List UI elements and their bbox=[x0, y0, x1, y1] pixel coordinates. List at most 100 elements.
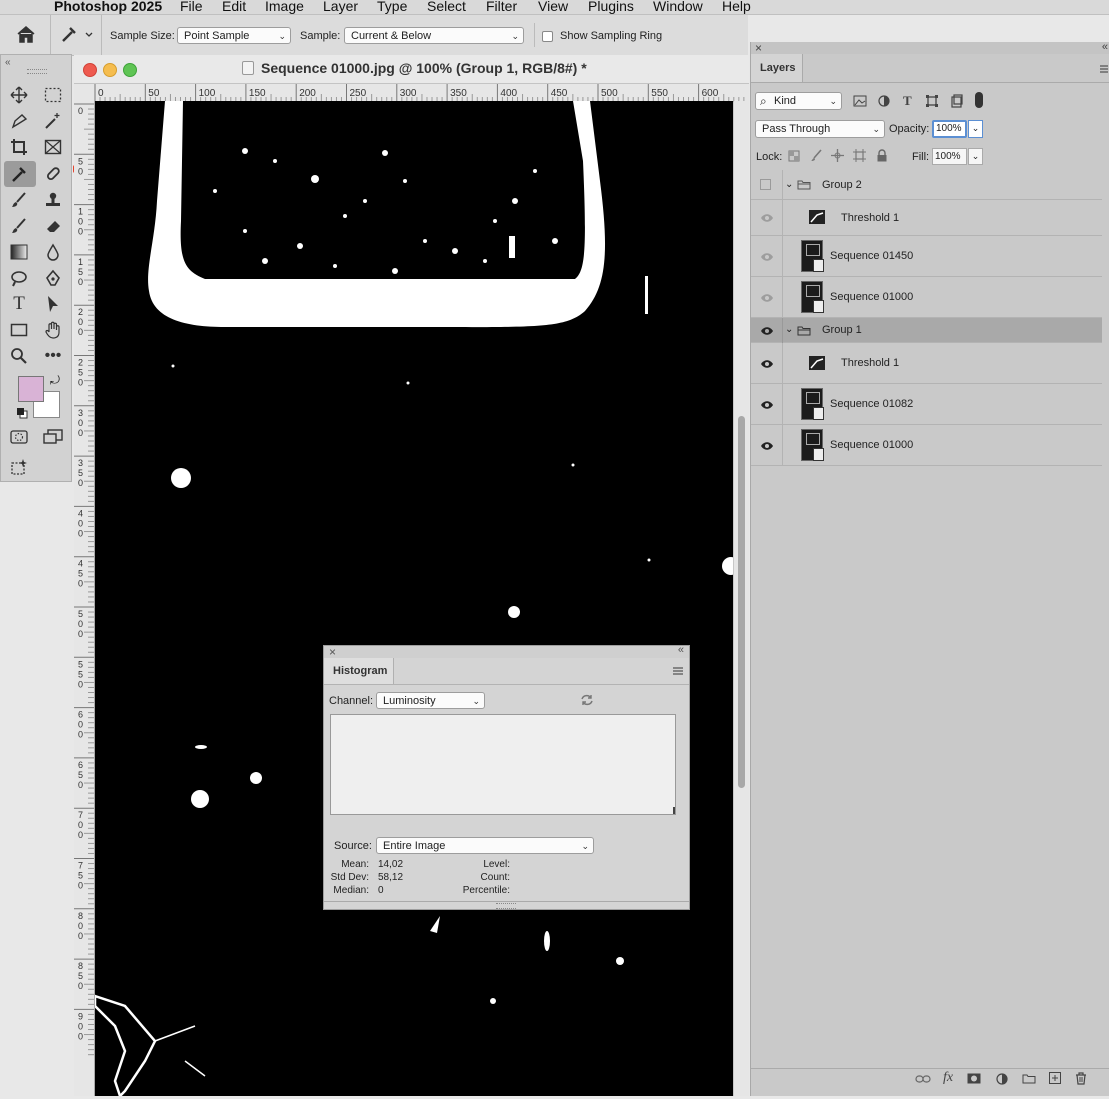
eye-icon[interactable] bbox=[760, 213, 774, 223]
show-sampling-ring-checkbox[interactable] bbox=[542, 31, 553, 42]
chevron-down-icon[interactable]: ⌄ bbox=[785, 324, 793, 335]
close-window-button[interactable] bbox=[83, 63, 97, 77]
panel-menu-icon[interactable] bbox=[672, 666, 684, 679]
filter-smart-object-icon[interactable] bbox=[951, 94, 963, 111]
crop-tool-icon[interactable] bbox=[8, 136, 30, 158]
panel-menu-icon[interactable] bbox=[1099, 64, 1109, 77]
generative-expand-icon[interactable] bbox=[8, 456, 30, 478]
add-mask-icon[interactable] bbox=[967, 1073, 981, 1087]
scrollbar-thumb[interactable] bbox=[738, 416, 745, 788]
layer-row[interactable]: ⌄ Group 2 bbox=[751, 170, 1102, 200]
eye-icon[interactable] bbox=[760, 441, 774, 451]
eye-icon[interactable] bbox=[760, 326, 774, 336]
tab-histogram[interactable]: Histogram bbox=[324, 658, 394, 684]
collapse-panel-icon[interactable]: « bbox=[1102, 41, 1108, 53]
filter-kind-select[interactable]: ⌕ Kind ⌄ bbox=[755, 92, 842, 110]
minimize-window-button[interactable] bbox=[103, 63, 117, 77]
rectangle-tool-icon[interactable] bbox=[8, 319, 30, 341]
more-tools-icon[interactable]: ••• bbox=[42, 345, 64, 367]
lock-transparent-icon[interactable] bbox=[788, 150, 800, 165]
layer-row[interactable]: Sequence 01000 bbox=[751, 425, 1102, 466]
foreground-color-swatch[interactable] bbox=[18, 376, 44, 402]
filter-shape-icon[interactable] bbox=[926, 95, 938, 110]
quick-mask-icon[interactable] bbox=[8, 426, 30, 448]
close-panel-icon[interactable]: × bbox=[755, 41, 762, 55]
lock-artboard-icon[interactable] bbox=[853, 149, 866, 165]
image-canvas[interactable] bbox=[95, 101, 733, 1096]
menu-view[interactable]: View bbox=[538, 0, 568, 14]
marquee-tool-icon[interactable] bbox=[42, 84, 64, 106]
hand-tool-icon[interactable] bbox=[42, 319, 64, 341]
channel-select[interactable]: Luminosity ⌄ bbox=[376, 692, 485, 709]
pen-tool-icon[interactable] bbox=[42, 267, 64, 289]
layer-row[interactable]: Sequence 01450 bbox=[751, 236, 1102, 277]
fx-icon[interactable]: fx bbox=[943, 1070, 953, 1086]
document-title-bar[interactable]: Sequence 01000.jpg @ 100% (Group 1, RGB/… bbox=[74, 55, 749, 84]
eye-icon[interactable] bbox=[760, 359, 774, 369]
home-icon[interactable] bbox=[16, 25, 36, 46]
visibility-toggle-empty[interactable] bbox=[760, 179, 771, 190]
sample-select[interactable]: Current & Below ⌄ bbox=[344, 27, 524, 44]
filter-adjustment-icon[interactable] bbox=[878, 95, 890, 110]
layer-row[interactable]: Sequence 01082 bbox=[751, 384, 1102, 425]
move-tool-icon[interactable] bbox=[8, 84, 30, 106]
menu-image[interactable]: Image bbox=[265, 0, 304, 14]
collapse-panel-icon[interactable]: « bbox=[678, 644, 684, 656]
menu-filter[interactable]: Filter bbox=[486, 0, 517, 14]
magic-wand-icon[interactable] bbox=[42, 110, 64, 132]
dodge-tool-icon[interactable] bbox=[8, 267, 30, 289]
path-selection-icon[interactable] bbox=[42, 293, 64, 315]
menu-type[interactable]: Type bbox=[377, 0, 407, 14]
layer-row[interactable]: Threshold 1 bbox=[751, 200, 1102, 236]
menu-plugins[interactable]: Plugins bbox=[588, 0, 634, 14]
link-layers-icon[interactable] bbox=[915, 1073, 931, 1087]
lock-all-icon[interactable] bbox=[876, 149, 888, 165]
eyedropper-tool-icon[interactable] bbox=[8, 163, 30, 185]
blend-mode-select[interactable]: Pass Through ⌄ bbox=[755, 120, 885, 138]
new-layer-icon[interactable] bbox=[1049, 1072, 1061, 1087]
app-menu[interactable]: Photoshop 2025 bbox=[54, 0, 162, 14]
horizontal-ruler[interactable]: 0 50 100 150 200 250 300 350 400 450 500 550 600 bbox=[74, 84, 749, 102]
menu-layer[interactable]: Layer bbox=[323, 0, 358, 14]
menu-select[interactable]: Select bbox=[427, 0, 466, 14]
menu-window[interactable]: Window bbox=[653, 0, 703, 14]
filter-type-icon[interactable]: T bbox=[903, 93, 912, 109]
gradient-tool-icon[interactable] bbox=[8, 241, 30, 263]
menu-help[interactable]: Help bbox=[722, 0, 751, 14]
blur-tool-icon[interactable] bbox=[42, 241, 64, 263]
menu-file[interactable]: File bbox=[180, 0, 203, 14]
opacity-input[interactable]: 100% bbox=[932, 120, 967, 138]
frame-tool-icon[interactable] bbox=[42, 136, 64, 158]
sample-size-select[interactable]: Point Sample ⌄ bbox=[177, 27, 291, 44]
menu-edit[interactable]: Edit bbox=[222, 0, 246, 14]
panel-header[interactable] bbox=[324, 646, 689, 658]
eye-icon[interactable] bbox=[760, 400, 774, 410]
chevron-down-icon[interactable]: ⌄ bbox=[785, 179, 793, 190]
lasso-tool-icon[interactable] bbox=[8, 110, 30, 132]
layer-row[interactable]: Threshold 1 bbox=[751, 343, 1102, 384]
lock-position-icon[interactable] bbox=[831, 149, 844, 165]
new-group-icon[interactable] bbox=[1022, 1073, 1036, 1087]
collapse-icon[interactable]: « bbox=[5, 57, 11, 68]
source-select[interactable]: Entire Image ⌄ bbox=[376, 837, 594, 854]
trash-icon[interactable] bbox=[1075, 1072, 1087, 1088]
eraser-tool-icon[interactable] bbox=[42, 215, 64, 237]
fill-input[interactable]: 100% bbox=[932, 148, 967, 165]
zoom-tool-icon[interactable] bbox=[8, 345, 30, 367]
resize-grip[interactable] bbox=[496, 903, 516, 909]
close-panel-icon[interactable]: × bbox=[329, 645, 336, 659]
refresh-icon[interactable] bbox=[580, 693, 594, 710]
default-colors-icon[interactable] bbox=[16, 407, 28, 422]
brush-tool-icon[interactable] bbox=[8, 189, 30, 211]
eye-icon[interactable] bbox=[760, 293, 774, 303]
lock-pixels-icon[interactable] bbox=[810, 149, 823, 165]
eye-icon[interactable] bbox=[760, 252, 774, 262]
type-tool-icon[interactable]: T bbox=[8, 293, 30, 315]
vertical-scrollbar[interactable] bbox=[734, 101, 749, 1096]
filter-toggle-switch[interactable] bbox=[975, 92, 983, 108]
vertical-ruler[interactable]: 0501001502002503003504004505005506006507… bbox=[74, 101, 95, 1096]
eyedropper-preset-icon[interactable] bbox=[60, 25, 94, 46]
zoom-window-button[interactable] bbox=[123, 63, 137, 77]
layer-row-selected[interactable]: ⌄ Group 1 bbox=[751, 318, 1102, 343]
layer-row[interactable]: Sequence 01000 bbox=[751, 277, 1102, 318]
